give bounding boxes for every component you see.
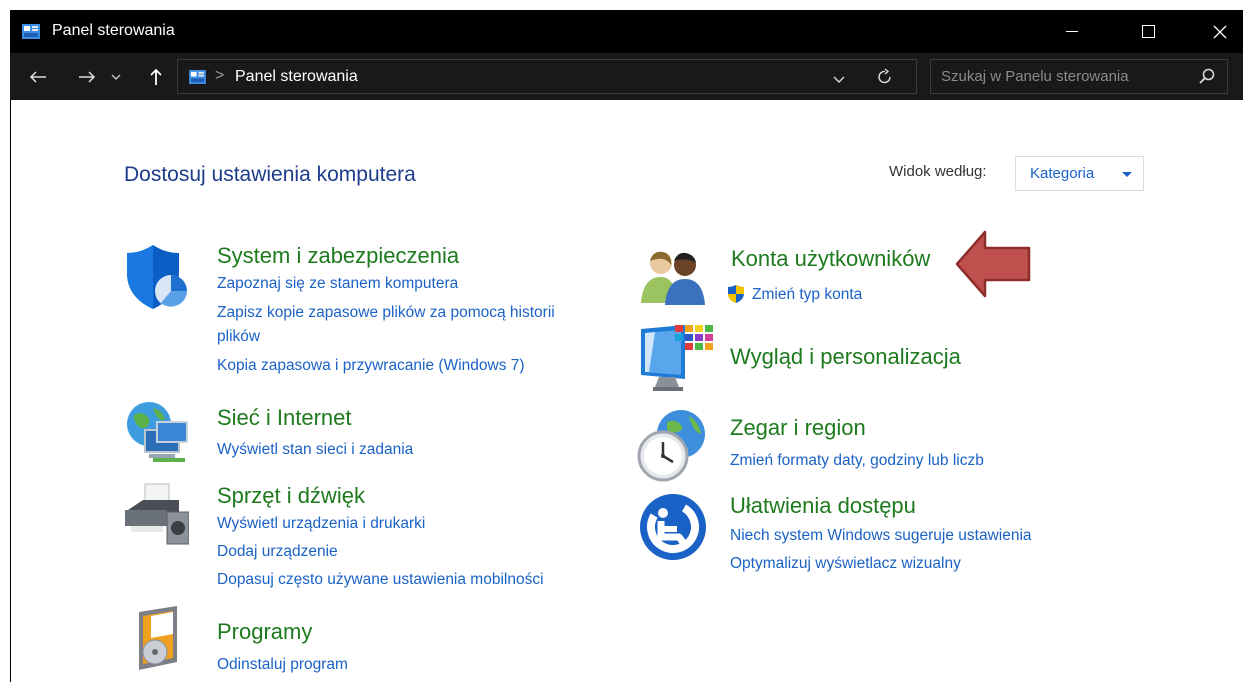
title-bar: Panel sterowania (10, 10, 1243, 53)
link-change-date-formats[interactable]: Zmień formaty daty, godziny lub liczb (730, 452, 984, 470)
maximize-button[interactable] (1125, 10, 1171, 53)
category-ease-of-access[interactable]: Ułatwienia dostępu (730, 493, 916, 519)
refresh-button[interactable] (877, 68, 893, 90)
search-input[interactable] (931, 60, 1191, 93)
chevron-down-icon (111, 74, 121, 80)
forward-button[interactable] (73, 63, 101, 91)
link-view-devices-printers[interactable]: Wyświetl urządzenia i drukarki (217, 515, 425, 533)
category-system-security[interactable]: System i zabezpieczenia (217, 243, 459, 269)
control-panel-window: Panel sterowania > Panel sterowania Szuk… (10, 10, 1243, 682)
content-area: Dostosuj ustawienia komputera Widok wedł… (10, 100, 1243, 682)
category-user-accounts[interactable]: Konta użytkowników (731, 246, 930, 272)
search-button[interactable] (1199, 68, 1215, 89)
category-network-internet[interactable]: Sieć i Internet (217, 405, 352, 431)
network-icon[interactable] (123, 400, 193, 471)
clock-globe-icon[interactable] (637, 408, 711, 487)
search-icon (1199, 68, 1215, 84)
close-icon (1213, 25, 1227, 38)
uac-shield-icon (726, 284, 746, 309)
shield-icon[interactable] (125, 243, 191, 318)
view-by-dropdown[interactable]: Kategoria (1015, 156, 1144, 191)
link-file-history-backup[interactable]: Zapisz kopie zapasowe plików za pomocą h… (217, 304, 555, 322)
chevron-down-icon (833, 76, 845, 83)
appearance-icon[interactable] (639, 323, 713, 402)
link-backup-restore-win7[interactable]: Kopia zapasowa i przywracanie (Windows 7… (217, 357, 525, 375)
link-windows-suggest-settings[interactable]: Niech system Windows sugeruje ustawienia (730, 527, 1032, 545)
navigation-bar: > Panel sterowania (10, 53, 1243, 100)
address-field[interactable]: > Panel sterowania (177, 59, 917, 94)
caret-down-icon (1122, 172, 1132, 177)
arrow-left-icon (29, 71, 46, 83)
minimize-button[interactable] (1049, 10, 1095, 53)
control-panel-icon (22, 24, 40, 44)
programs-icon[interactable] (133, 604, 189, 677)
category-programs[interactable]: Programy (217, 619, 312, 645)
link-check-computer-status[interactable]: Zapoznaj się ze stanem komputera (217, 275, 458, 293)
link-optimize-visual-display[interactable]: Optymalizuj wyświetlacz wizualny (730, 555, 961, 573)
close-button[interactable] (1197, 10, 1243, 53)
category-hardware-sound[interactable]: Sprzęt i dźwięk (217, 483, 365, 509)
link-uninstall-program[interactable]: Odinstaluj program (217, 656, 348, 674)
breadcrumb-item[interactable]: Panel sterowania (235, 68, 358, 86)
address-history-button[interactable] (833, 71, 845, 89)
refresh-icon (878, 68, 891, 84)
control-panel-icon (189, 70, 206, 89)
category-clock-region[interactable]: Zegar i region (730, 415, 866, 441)
link-mobility-settings[interactable]: Dopasuj często używane ustawienia mobiln… (217, 571, 544, 589)
window-title: Panel sterowania (52, 22, 175, 39)
recent-locations-button[interactable] (108, 63, 124, 91)
arrow-right-icon (79, 71, 96, 83)
annotation-arrow-icon (955, 228, 1035, 305)
arrow-up-icon (150, 68, 162, 85)
maximize-icon (1141, 25, 1155, 38)
minimize-icon (1066, 30, 1078, 32)
category-appearance-personalization[interactable]: Wygląd i personalizacja (730, 344, 961, 370)
user-accounts-icon[interactable] (639, 247, 707, 310)
link-view-network-status[interactable]: Wyświetl stan sieci i zadania (217, 441, 413, 459)
view-by-label: Widok według: (889, 163, 987, 180)
search-box (930, 59, 1228, 94)
view-by-value: Kategoria (1030, 165, 1095, 182)
link-file-history-backup-cont[interactable]: plików (217, 328, 260, 346)
link-change-account-type[interactable]: Zmień typ konta (752, 286, 862, 304)
up-button[interactable] (142, 63, 170, 91)
link-add-device[interactable]: Dodaj urządzenie (217, 543, 338, 561)
breadcrumb-separator: > (215, 67, 225, 84)
ease-of-access-icon[interactable] (639, 493, 707, 566)
page-title: Dostosuj ustawienia komputera (124, 163, 416, 186)
printer-icon[interactable] (123, 482, 190, 553)
back-button[interactable] (24, 63, 52, 91)
